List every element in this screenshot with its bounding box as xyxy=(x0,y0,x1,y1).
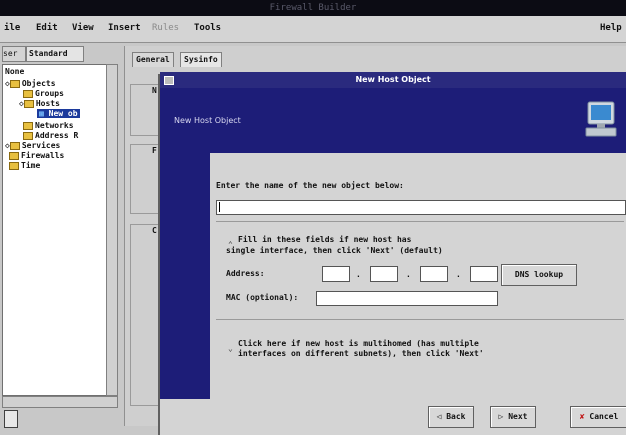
tree-item-networks[interactable]: Networks xyxy=(23,121,74,130)
folder-icon xyxy=(23,121,33,130)
arrow-right-icon: ▷ xyxy=(498,412,504,421)
folder-icon xyxy=(9,161,19,170)
user-library-button[interactable]: ser xyxy=(2,46,26,62)
tree-item-services[interactable]: ◇ Services xyxy=(5,141,60,150)
dialog-footer xyxy=(160,399,626,435)
tree-horizontal-scrollbar[interactable] xyxy=(2,396,118,408)
multihomed-option-line2[interactable]: interfaces on different subnets), then c… xyxy=(238,349,484,358)
mac-label: MAC (optional): xyxy=(226,293,299,302)
standard-library-tab[interactable]: Standard xyxy=(26,46,84,62)
address-octet-3[interactable] xyxy=(420,266,448,282)
menu-view[interactable]: View xyxy=(72,23,94,33)
back-button[interactable]: ◁ Back xyxy=(428,406,474,428)
menu-insert[interactable]: Insert xyxy=(108,23,141,33)
tree-item-address-ranges[interactable]: Address R xyxy=(23,131,78,140)
dialog-menu-button[interactable] xyxy=(164,76,174,85)
object-tree[interactable]: None ◇ Objects Groups ◇ Hosts ▩ New ob Net… xyxy=(2,64,108,396)
tree-item-time[interactable]: Time xyxy=(9,161,40,170)
window-titlebar: Firewall Builder xyxy=(0,0,626,16)
tree-item-objects[interactable]: ◇ Objects xyxy=(5,79,56,88)
tree-item-firewalls[interactable]: Firewalls xyxy=(9,151,64,160)
tree-item-groups[interactable]: Groups xyxy=(23,89,64,98)
address-separator: . xyxy=(456,270,461,279)
folder-icon xyxy=(23,131,33,140)
address-separator: . xyxy=(406,270,411,279)
address-octet-1[interactable] xyxy=(322,266,350,282)
tab-general[interactable]: General xyxy=(132,52,174,67)
menubar: ile Edit View Insert Rules Tools Help xyxy=(0,16,626,43)
folder-icon xyxy=(9,141,20,150)
group-label-f: F xyxy=(152,146,157,155)
menu-tools[interactable]: Tools xyxy=(194,23,221,33)
address-label: Address: xyxy=(226,269,265,278)
next-button[interactable]: ▷ Next xyxy=(490,406,536,428)
group-label-n: N xyxy=(152,86,157,95)
address-octet-2[interactable] xyxy=(370,266,398,282)
folder-icon xyxy=(23,89,33,98)
mac-address-input[interactable] xyxy=(316,291,498,306)
folder-icon xyxy=(23,99,34,108)
tree-item-none[interactable]: None xyxy=(5,67,24,76)
tree-vertical-scrollbar[interactable] xyxy=(106,64,118,396)
multihomed-radio[interactable]: ⌄ xyxy=(228,344,233,353)
group-label-c: C xyxy=(152,226,157,235)
tab-sysinfo[interactable]: Sysinfo xyxy=(180,52,222,67)
status-indicator xyxy=(4,410,18,428)
dialog-titlebar: New Host Object xyxy=(160,72,626,88)
single-interface-option-line2[interactable]: single interface, then click 'Next' (def… xyxy=(226,246,443,255)
address-separator: . xyxy=(356,270,361,279)
host-icon: ▩ xyxy=(39,109,44,118)
cancel-button[interactable]: ✘ Cancel xyxy=(570,406,626,428)
dialog-side-band xyxy=(160,153,210,399)
dns-lookup-button[interactable]: DNS lookup xyxy=(501,264,577,286)
tree-item-new-object[interactable]: ▩ New ob xyxy=(37,109,80,118)
banner-text: New Host Object xyxy=(174,116,241,125)
multihomed-option-line1[interactable]: Click here if new host is multihomed (ha… xyxy=(238,339,479,348)
cancel-x-icon: ✘ xyxy=(579,412,585,421)
monitor-icon xyxy=(585,101,617,137)
folder-icon xyxy=(9,79,20,88)
object-name-input[interactable] xyxy=(216,200,626,215)
menu-file[interactable]: ile xyxy=(4,23,20,33)
menu-edit[interactable]: Edit xyxy=(36,23,58,33)
tree-item-hosts[interactable]: ◇ Hosts xyxy=(19,99,60,108)
address-octet-4[interactable] xyxy=(470,266,498,282)
menu-rules[interactable]: Rules xyxy=(152,23,179,33)
arrow-left-icon: ◁ xyxy=(436,412,442,421)
menu-help[interactable]: Help xyxy=(600,23,622,33)
single-interface-option-line1[interactable]: Fill in these fields if new host has xyxy=(238,235,411,244)
folder-icon xyxy=(9,151,19,160)
separator xyxy=(216,221,624,222)
window-title: Firewall Builder xyxy=(269,3,357,13)
name-prompt: Enter the name of the new object below: xyxy=(216,181,404,190)
separator xyxy=(216,319,624,320)
text-cursor xyxy=(219,202,220,212)
